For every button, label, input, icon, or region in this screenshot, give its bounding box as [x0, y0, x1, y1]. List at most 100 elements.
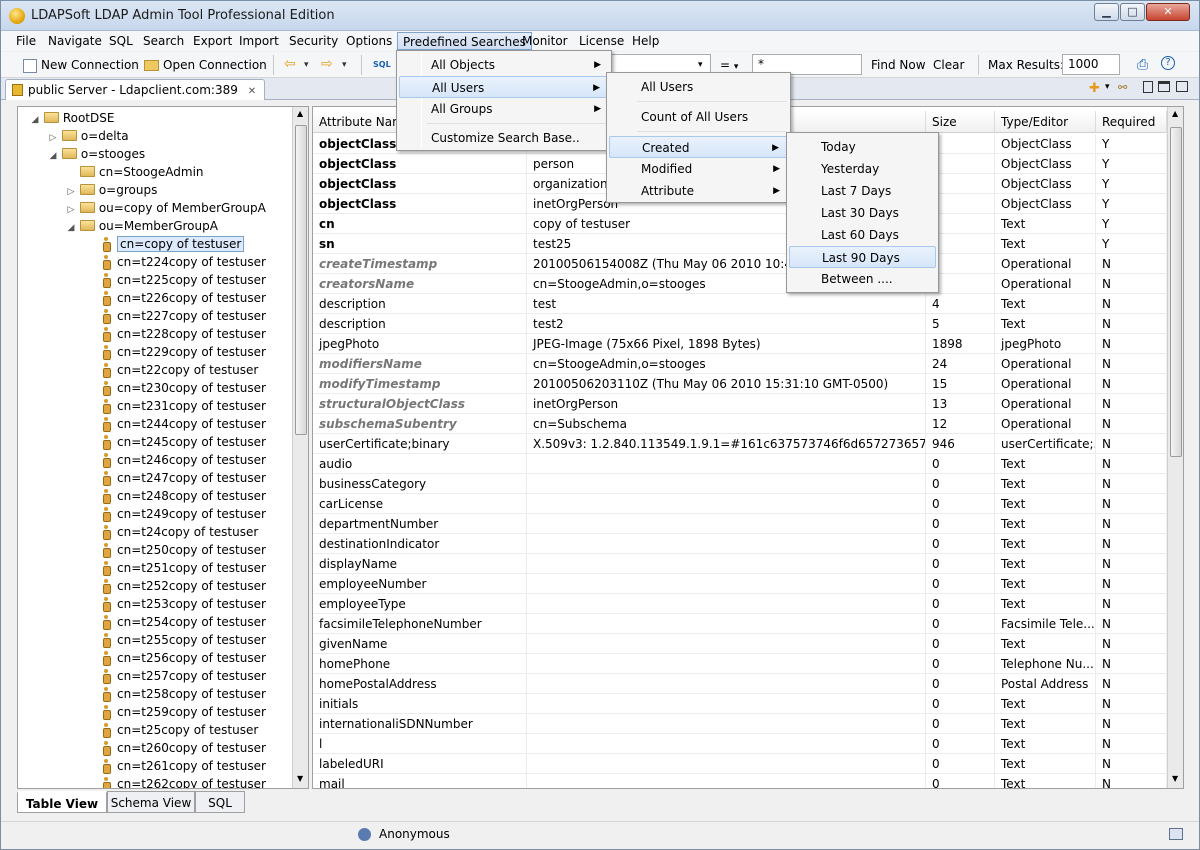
table-row[interactable]: businessCategory 0 Text N	[313, 474, 1167, 494]
tree-node-user[interactable]: cn=t253copy of testuser	[102, 595, 266, 613]
close-button[interactable]: ✕	[1146, 3, 1190, 21]
tab-table-view[interactable]: Table View	[17, 791, 107, 813]
menu-search[interactable]: Search	[138, 32, 189, 50]
add-entry-icon[interactable]: ✚	[1089, 81, 1100, 96]
table-row[interactable]: sn test25 Text Y	[313, 234, 1167, 254]
tree-node-user[interactable]: cn=t257copy of testuser	[102, 667, 266, 685]
restore-view-icon[interactable]	[1176, 81, 1188, 92]
tab-schema-view[interactable]: Schema View	[107, 791, 195, 813]
tree-node-user[interactable]: cn=t226copy of testuser	[102, 289, 266, 307]
tree-node-user[interactable]: cn=t252copy of testuser	[102, 577, 266, 595]
tree-scroll-thumb[interactable]	[295, 125, 307, 435]
tree-node-user[interactable]: cn=t255copy of testuser	[102, 631, 266, 649]
table-row[interactable]: structuralObjectClass inetOrgPerson 13 Oper…	[313, 394, 1167, 414]
max-results-input[interactable]: 1000	[1062, 54, 1120, 75]
help-icon[interactable]: ?	[1161, 56, 1175, 70]
menu-item-all-users-search[interactable]: All Users	[609, 76, 788, 98]
status-panel-icon[interactable]	[1169, 828, 1183, 840]
table-row[interactable]: internationaliSDNNumber 0 Text N	[313, 714, 1167, 734]
view-menu-icon[interactable]: ▾	[1105, 82, 1110, 92]
table-row[interactable]: cncopy of testuser6TextY	[313, 214, 1167, 234]
table-row[interactable]: jpegPhoto JPEG-Image (75x66 Pixel, 1898 B…	[313, 334, 1167, 354]
menu-item-modified[interactable]: Modified ▶	[609, 158, 788, 180]
scroll-down-icon[interactable]: ▼	[297, 774, 303, 783]
expanded-arrow-icon[interactable]: ◢	[48, 147, 58, 165]
tree-node-stoogeadmin[interactable]: cn=StoogeAdmin	[80, 163, 204, 181]
maximize-button[interactable]: □	[1120, 3, 1145, 21]
table-row[interactable]: employeeType 0 Text N	[313, 594, 1167, 614]
table-scrollbar[interactable]: ▲ ▼	[1167, 107, 1183, 788]
tree-node-user[interactable]: cn=t261copy of testuser	[102, 757, 266, 775]
table-row[interactable]: description test2 5 Text N	[313, 314, 1167, 334]
tree-node-rootdse[interactable]: ◢ RootDSE	[30, 109, 115, 129]
menu-item-all-objects[interactable]: All Objects ▶	[399, 54, 609, 76]
tree-node-user[interactable]: cn=t244copy of testuser	[102, 415, 266, 433]
column-header-size[interactable]: Size	[926, 111, 995, 133]
table-row[interactable]: userCertificate;binary X.509v3: 1.2.840.1…	[313, 434, 1167, 454]
expanded-arrow-icon[interactable]: ◢	[30, 111, 40, 129]
menu-license[interactable]: License	[574, 32, 629, 50]
minimize-button[interactable]: ▁	[1094, 3, 1119, 21]
scroll-up-icon[interactable]: ▲	[297, 109, 303, 118]
table-row[interactable]: givenName 0 Text N	[313, 634, 1167, 654]
column-header-type[interactable]: Type/Editor	[995, 111, 1096, 133]
menu-export[interactable]: Export	[188, 32, 237, 50]
menu-predefined-searches[interactable]: Predefined Searches	[397, 32, 532, 50]
table-row[interactable]: destinationIndicator 0 Text N	[313, 534, 1167, 554]
tree-node-stooges[interactable]: ◢ o=stooges	[48, 145, 146, 165]
menu-navigate[interactable]: Navigate	[43, 32, 107, 50]
open-connection-button[interactable]: Open Connection	[144, 56, 267, 74]
tree-node-user[interactable]: cn=t254copy of testuser	[102, 613, 266, 631]
menu-monitor[interactable]: Monitor	[517, 32, 573, 50]
menu-item-today[interactable]: Today	[789, 136, 936, 158]
menu-security[interactable]: Security	[284, 32, 343, 50]
menu-file[interactable]: File	[11, 32, 41, 50]
minimize-view-icon[interactable]	[1143, 81, 1153, 93]
table-row[interactable]: description test 4 Text N	[313, 294, 1167, 314]
tab-public-server[interactable]: public Server - Ldapclient.com:389 ✕	[5, 79, 266, 100]
tree-node-user[interactable]: cn=t260copy of testuser	[102, 739, 266, 757]
table-row[interactable]: displayName 0 Text N	[313, 554, 1167, 574]
column-header-required[interactable]: Required	[1096, 111, 1167, 133]
link-icon[interactable]: ⚯	[1118, 81, 1127, 94]
forward-dropdown-icon[interactable]: ▾	[342, 56, 347, 74]
print-icon[interactable]: ⎙	[1137, 56, 1148, 74]
menu-item-between[interactable]: Between ....	[789, 268, 936, 290]
tree-node-user[interactable]: cn=t249copy of testuser	[102, 505, 266, 523]
table-row[interactable]: creatorsNamecn=StoogeAdmin,o=stooges4Ope…	[313, 274, 1167, 294]
tree-node-user[interactable]: cn=t258copy of testuser	[102, 685, 266, 703]
table-row[interactable]: subschemaSubentry cn=Subschema 12 Operation…	[313, 414, 1167, 434]
table-scroll-thumb[interactable]	[1170, 127, 1182, 457]
table-row[interactable]: facsimileTelephoneNumber 0 Facsimile Tele.…	[313, 614, 1167, 634]
sql-icon[interactable]: SQL	[373, 56, 391, 74]
menu-item-last-30-days[interactable]: Last 30 Days	[789, 202, 936, 224]
tree-node-user[interactable]: cn=t230copy of testuser	[102, 379, 266, 397]
forward-arrow-icon[interactable]: ⇨	[321, 56, 333, 74]
tree-node-user[interactable]: cn=t228copy of testuser	[102, 325, 266, 343]
tree-node-user[interactable]: cn=t251copy of testuser	[102, 559, 266, 577]
table-row[interactable]: homePostalAddress 0 Postal Address N	[313, 674, 1167, 694]
tree-node-membergroup[interactable]: ◢ ou=MemberGroupA	[66, 217, 218, 235]
menu-item-last-60-days[interactable]: Last 60 Days	[789, 224, 936, 246]
table-row[interactable]: initials 0 Text N	[313, 694, 1167, 714]
tree-node-user[interactable]: cn=t250copy of testuser	[102, 541, 266, 559]
tree-node-user[interactable]: cn=t229copy of testuser	[102, 343, 266, 361]
table-row[interactable]: modifyTimestamp 20100506203110Z (Thu May …	[313, 374, 1167, 394]
new-connection-button[interactable]: New Connection	[23, 56, 139, 74]
tree-node-selected[interactable]: cn=copy of testuser	[102, 235, 245, 253]
menu-sql[interactable]: SQL	[104, 32, 138, 50]
tree-node-user[interactable]: cn=t246copy of testuser	[102, 451, 266, 469]
table-row[interactable]: createTimestamp 20100506154008Z (Thu May …	[313, 254, 1167, 274]
tree-node-user[interactable]: cn=t227copy of testuser	[102, 307, 266, 325]
menu-import[interactable]: Import	[234, 32, 284, 50]
table-row[interactable]: homePhone 0 Telephone Nu... N	[313, 654, 1167, 674]
table-row[interactable]: labeledURI 0 Text N	[313, 754, 1167, 774]
tree-node-user[interactable]: cn=t224copy of testuser	[102, 253, 266, 271]
tree-node-user[interactable]: cn=t256copy of testuser	[102, 649, 266, 667]
tree-node-user[interactable]: cn=t24copy of testuser	[102, 523, 258, 541]
tree-node-delta[interactable]: ▷ o=delta	[48, 127, 129, 145]
menu-item-all-groups[interactable]: All Groups ▶	[399, 98, 609, 120]
tree-node-user[interactable]: cn=t262copy of testuser	[102, 775, 266, 788]
table-row[interactable]: audio 0 Text N	[313, 454, 1167, 474]
menu-item-count-all-users[interactable]: Count of All Users	[609, 106, 788, 128]
